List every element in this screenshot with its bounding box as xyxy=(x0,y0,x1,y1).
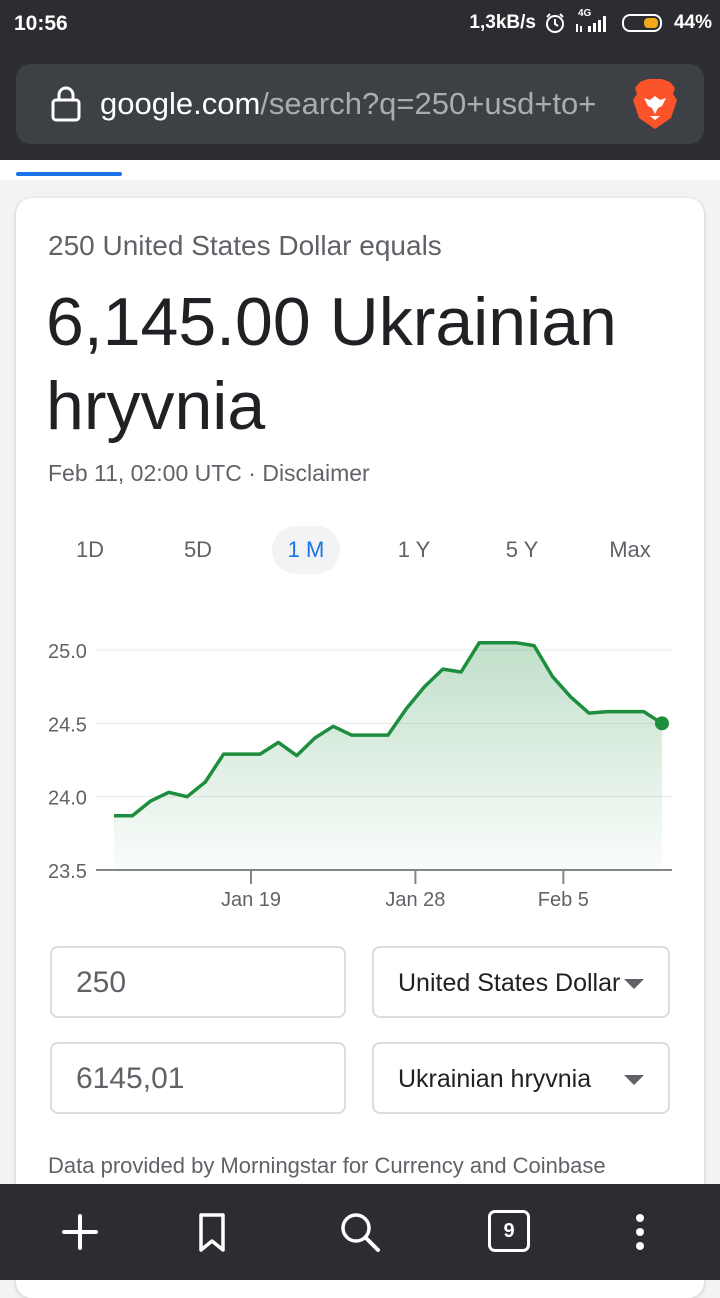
lock-icon[interactable] xyxy=(50,86,82,127)
equals-label: 250 United States Dollar equals xyxy=(48,230,442,261)
address-bar[interactable]: google.com/search?q=250+usd+to+ xyxy=(16,64,704,144)
browser-toolbar: google.com/search?q=250+usd+to+ xyxy=(0,48,720,160)
timestamp-disclaimer[interactable]: Feb 11, 02:00 UTC · Disclaimer xyxy=(48,460,370,487)
range-5d[interactable]: 5D xyxy=(164,526,232,574)
clock: 10:56 xyxy=(14,12,68,35)
x-tick-label: Jan 28 xyxy=(385,889,445,911)
data-provider-text: Data provided by Morningstar for Currenc… xyxy=(48,1153,606,1178)
range-5y[interactable]: 5 Y xyxy=(488,526,556,574)
bookmarks-button[interactable] xyxy=(188,1208,236,1256)
page-top-strip xyxy=(0,160,720,180)
series-area xyxy=(114,642,662,870)
network-type: 4G xyxy=(577,8,592,19)
x-tick-label: Feb 5 xyxy=(538,889,589,911)
to-amount-value: 6145,01 xyxy=(76,1062,185,1095)
y-tick-label: 25.0 xyxy=(48,641,87,663)
from-currency-value: United States Dollar xyxy=(398,969,621,997)
to-currency-select[interactable]: Ukrainian hryvnia xyxy=(372,1042,670,1114)
signal-icon: 4G xyxy=(574,8,614,34)
plus-icon xyxy=(62,1214,98,1250)
from-amount-value: 250 xyxy=(76,966,127,999)
more-vert-icon xyxy=(636,1214,644,1250)
url-domain: google.com xyxy=(100,86,261,121)
battery-level: 44% xyxy=(673,12,712,33)
range-1m[interactable]: 1 M xyxy=(272,526,340,574)
url-text[interactable]: google.com/search?q=250+usd+to+ xyxy=(100,84,608,124)
tab-count: 9 xyxy=(488,1210,530,1252)
to-amount-input[interactable]: 6145,01 xyxy=(50,1042,346,1114)
current-value-dot xyxy=(655,716,669,731)
chevron-down-icon xyxy=(624,1075,644,1085)
status-bar: 10:56 1,3kB/s 4G 44% xyxy=(0,0,720,48)
to-currency-value: Ukrainian hryvnia xyxy=(398,1065,592,1093)
range-max[interactable]: Max xyxy=(596,526,664,574)
chevron-down-icon xyxy=(624,979,644,989)
status-icons: 1,3kB/s 4G 44% xyxy=(469,8,712,34)
range-selector: 1D 5D 1 M 1 Y 5 Y Max xyxy=(16,526,704,574)
range-1d[interactable]: 1D xyxy=(56,526,124,574)
search-button[interactable] xyxy=(336,1208,384,1256)
url-path: /search?q=250+usd+to+ xyxy=(260,86,597,121)
tabs-button[interactable]: 9 xyxy=(486,1208,534,1256)
from-currency-select[interactable]: United States Dollar xyxy=(372,946,670,1018)
bottom-navigation: 9 xyxy=(0,1184,720,1280)
network-speed: 1,3kB/s xyxy=(469,12,536,33)
y-tick-label: 23.5 xyxy=(48,861,87,883)
x-tick-label: Jan 19 xyxy=(221,889,281,911)
menu-button[interactable] xyxy=(616,1208,664,1256)
brave-lion-icon[interactable] xyxy=(632,78,678,135)
new-tab-button[interactable] xyxy=(56,1208,104,1256)
battery-icon xyxy=(621,12,666,34)
y-tick-label: 24.0 xyxy=(48,788,87,810)
search-tab-indicator xyxy=(16,172,122,176)
alarm-icon xyxy=(544,12,566,34)
y-tick-label: 24.5 xyxy=(48,714,87,736)
conversion-result: 6,145.00 Ukrainian hryvnia xyxy=(46,284,617,444)
range-1y[interactable]: 1 Y xyxy=(380,526,448,574)
from-amount-input[interactable]: 250 xyxy=(50,946,346,1018)
bookmark-icon xyxy=(199,1213,225,1252)
currency-converter-card: 250 United States Dollar equals 6,145.00… xyxy=(16,198,704,1298)
exchange-rate-chart[interactable]: 25.0 24.5 24.0 23.5 Jan 19 Jan 28 Feb 5 xyxy=(16,598,704,918)
search-icon xyxy=(341,1213,380,1252)
